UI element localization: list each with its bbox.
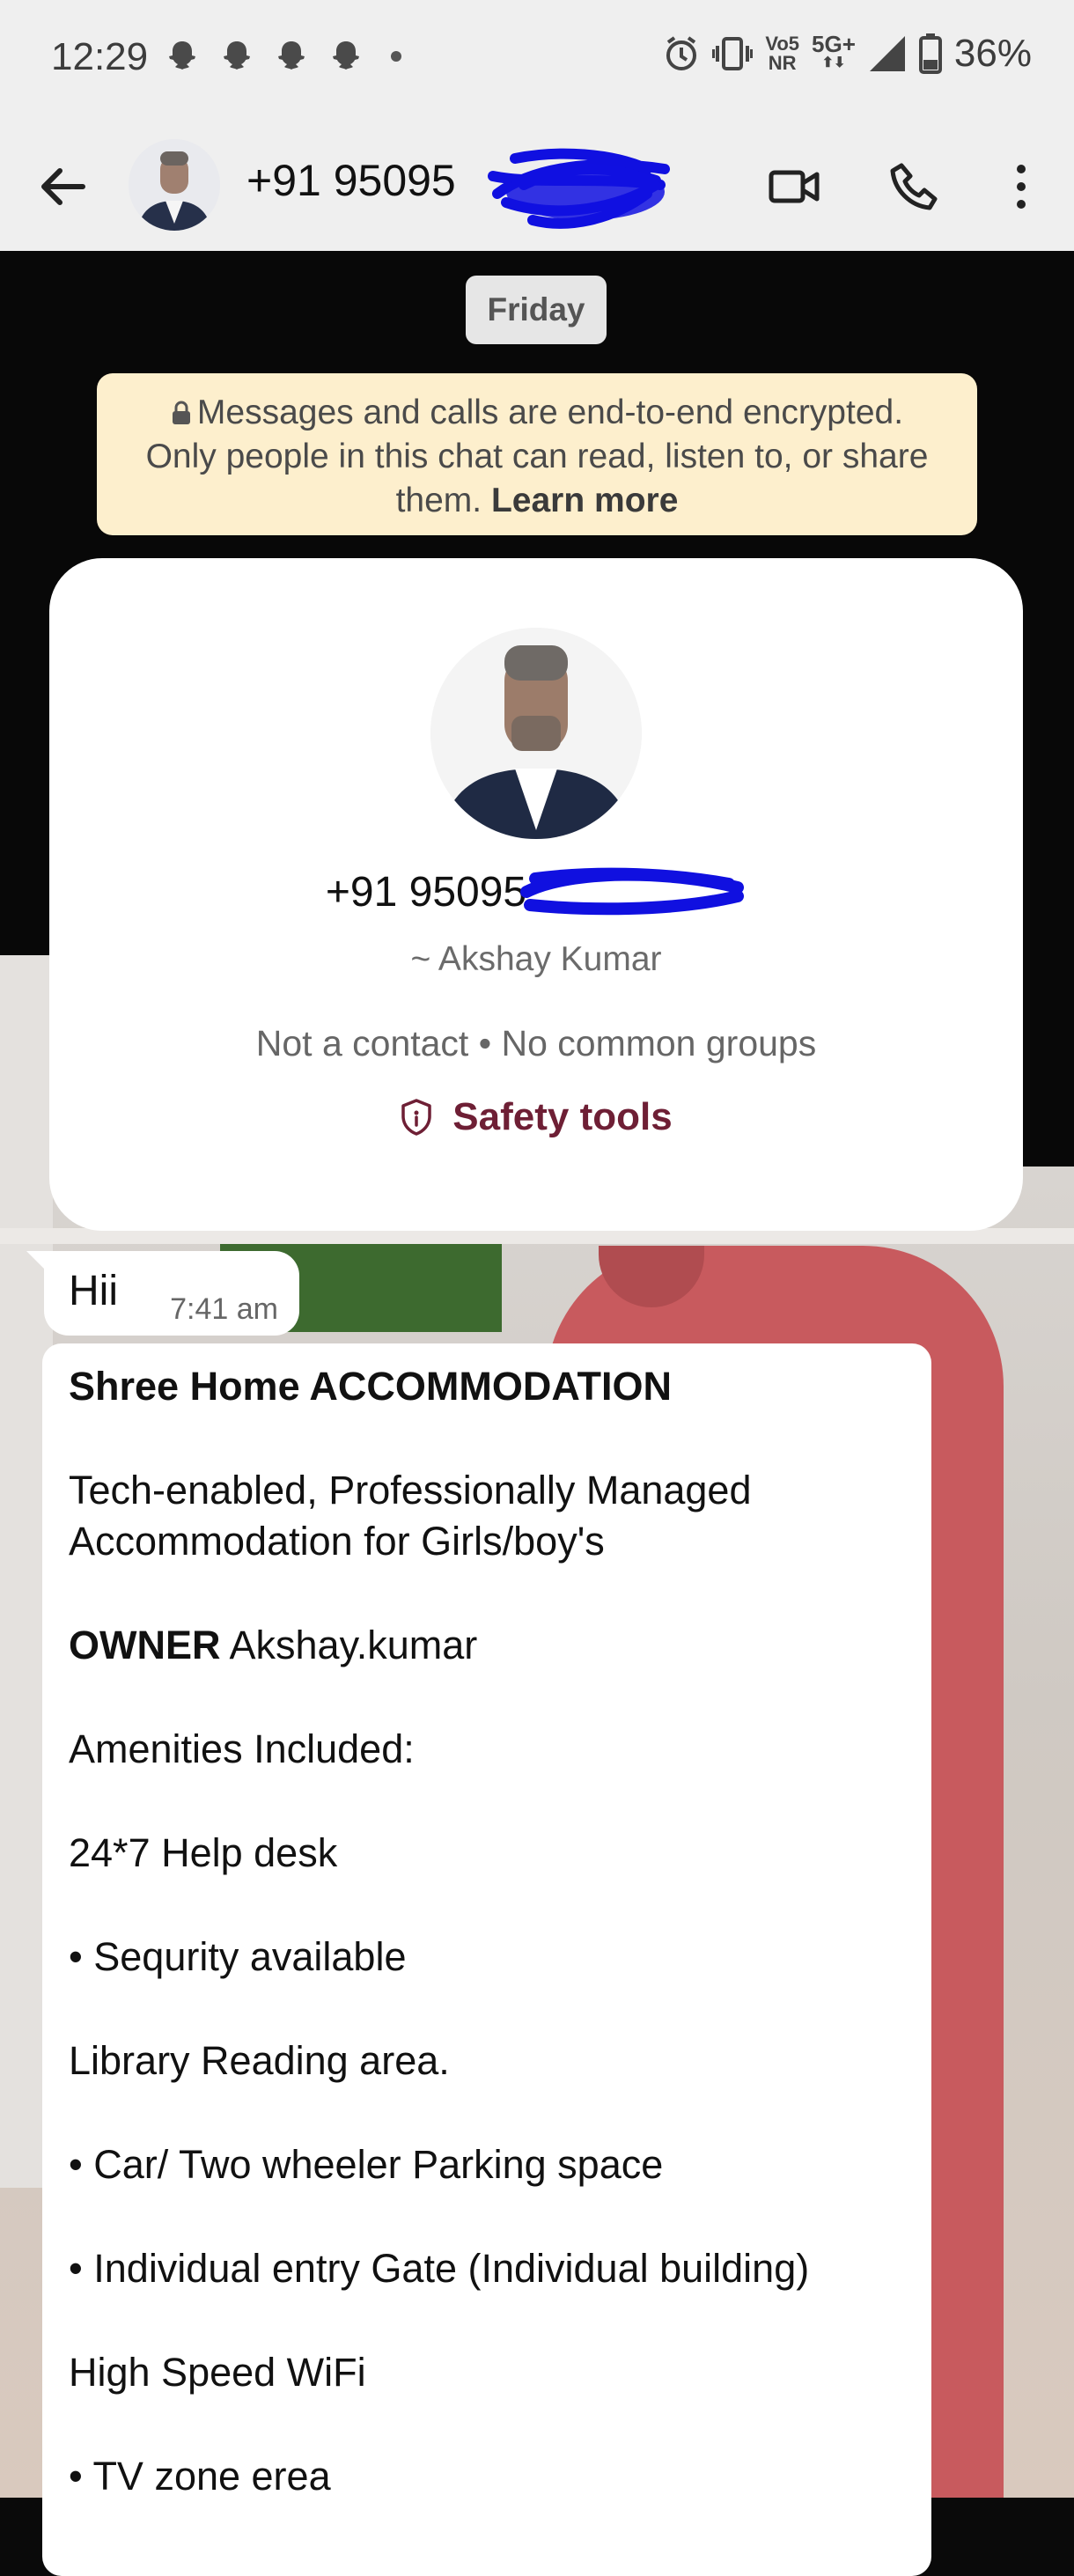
message-bubble[interactable]: Hii 7:41 am <box>44 1251 299 1336</box>
avatar-image <box>129 139 220 231</box>
lock-icon <box>172 401 190 424</box>
notice-text-3: them. <box>395 482 482 519</box>
safety-tools-label: Safety tools <box>452 1095 673 1138</box>
amenity-item: • Sequrity available <box>69 1934 407 1979</box>
owner-label: OWNER <box>69 1623 221 1667</box>
snapchat-icon <box>333 41 359 70</box>
status-time: 12:29 <box>51 35 149 78</box>
volte-bottom: NR <box>768 52 797 74</box>
more-notifications-dot <box>391 51 401 62</box>
status-bar: 12:29 Vo5 NR 5G+ ⬆⬇ 36% <box>0 0 1074 123</box>
notification-icons <box>164 39 401 74</box>
notice-text-1: Messages and calls are end-to-end encryp… <box>196 394 904 431</box>
alarm-icon <box>666 36 697 70</box>
net-type-label: 5G+ <box>812 31 856 57</box>
amenity-item: • Car/ Two wheeler Parking space <box>69 2142 664 2187</box>
card-phone-row: +91 95095 <box>49 867 1023 916</box>
message-text: Hii <box>69 1268 118 1314</box>
snapchat-icon <box>278 41 305 70</box>
amenity-item: High Speed WiFi <box>69 2350 366 2395</box>
contact-large-avatar[interactable] <box>430 628 642 839</box>
notice-line-3: them. Learn more <box>97 479 977 523</box>
listing-owner: OWNER Akshay.kumar <box>69 1620 905 1671</box>
volte-top: Vo5 <box>765 33 800 55</box>
contact-info-card: +91 95095 ~ Akshay Kumar Not a contact •… <box>49 558 1023 1231</box>
amenity-item: 24*7 Help desk <box>69 1830 338 1875</box>
listing-tagline-2: Accommodation for Girls/boy's <box>69 1519 605 1564</box>
more-options-icon[interactable] <box>993 158 1049 215</box>
phone-call-icon[interactable] <box>886 158 942 215</box>
video-call-icon[interactable] <box>766 158 822 215</box>
owner-name: Akshay.kumar <box>220 1623 478 1667</box>
listing-tagline-1: Tech-enabled, Professionally Managed <box>69 1468 752 1512</box>
snapchat-icon <box>169 41 195 70</box>
contact-avatar[interactable] <box>129 139 220 231</box>
net-type: 5G+ ⬆⬇ <box>812 31 856 73</box>
amenity-item: Library Reading area. <box>69 2038 450 2083</box>
back-arrow-icon[interactable] <box>35 158 92 215</box>
large-avatar-image <box>430 628 642 839</box>
learn-more-link[interactable]: Learn more <box>491 482 678 519</box>
card-redaction-scribble <box>520 867 745 916</box>
card-phone-wrap: +91 95095 <box>325 867 745 916</box>
battery-icon <box>918 33 942 74</box>
vibrate-icon <box>712 37 754 70</box>
message-time: 7:41 am <box>170 1292 278 1326</box>
chat-header: +91 95095 <box>0 123 1074 251</box>
notice-text-2: Only people in this chat can read, liste… <box>145 438 929 475</box>
date-chip: Friday <box>466 276 607 344</box>
listing-message-bubble[interactable]: Shree Home ACCOMMODATION Tech-enabled, P… <box>42 1343 931 2576</box>
amenities-heading: Amenities Included: <box>69 1726 415 1771</box>
signal-icon <box>869 36 905 71</box>
safety-tools-button[interactable]: Safety tools <box>49 1095 1023 1139</box>
contact-number[interactable]: +91 95095 <box>246 155 456 206</box>
battery-percent: 36% <box>953 32 1032 75</box>
redaction-scribble <box>488 148 670 229</box>
status-right: Vo5 NR 5G+ ⬆⬇ 36% <box>663 32 1032 76</box>
amenity-item: • TV zone erea <box>69 2454 331 2499</box>
listing-title: Shree Home ACCOMMODATION <box>69 1364 673 1409</box>
card-meta: Not a contact • No common groups <box>255 1023 817 1064</box>
amenity-item: • Individual entry Gate (Individual buil… <box>69 2246 810 2291</box>
snapchat-icon <box>224 41 250 70</box>
shield-icon <box>401 1099 432 1136</box>
notice-line-1: Messages and calls are end-to-end encryp… <box>97 391 977 435</box>
card-alias: ~ Akshay Kumar <box>410 940 662 978</box>
volte-indicator: Vo5 NR <box>765 34 799 73</box>
card-phone-number: +91 95095 <box>325 869 527 916</box>
encryption-notice[interactable]: Messages and calls are end-to-end encryp… <box>97 373 977 535</box>
